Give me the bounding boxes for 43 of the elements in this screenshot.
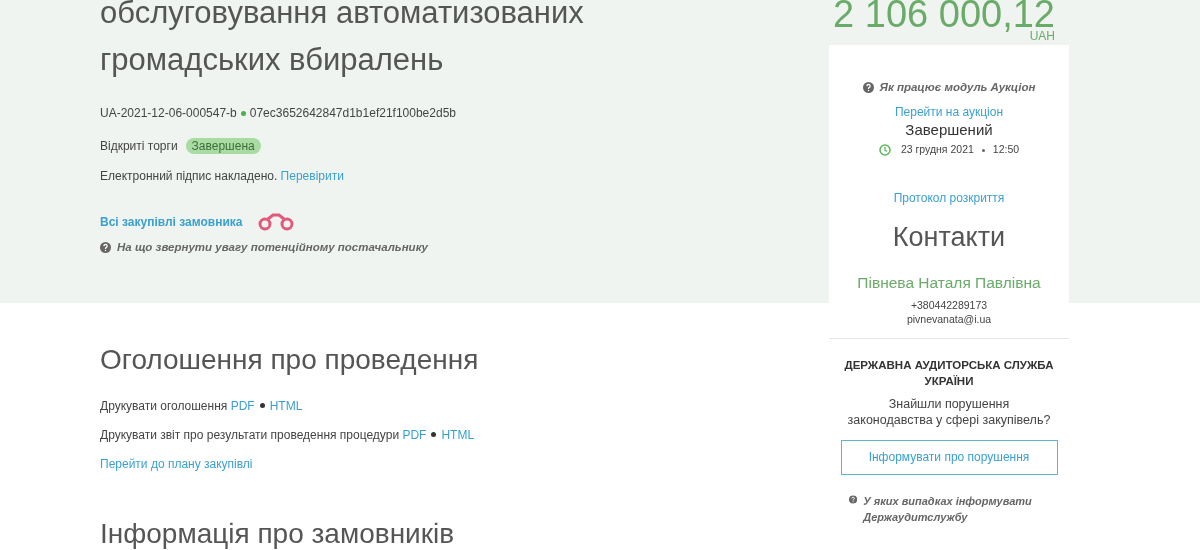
download-link[interactable]: HTML [441,428,475,443]
tender-hash: 07ec3652642847d1b1ef21f100be2d5b [249,105,456,122]
verify-link[interactable]: Перевірити [280,169,344,183]
auction-link[interactable]: Перейти на аукціон [894,103,1004,122]
auction-status: Завершений [904,121,994,140]
audit-text: Знайшли порушення законодавства у сфері закупівель? [846,395,1052,428]
auction-time: 12:50 [992,142,1020,158]
section-heading: Інформація про замовників [100,517,456,550]
signature-text: Електронний підпис накладено. Перевірити [100,169,344,183]
auction-help-text: Як працює модуль Аукціон [879,80,1036,95]
contact-phone: +380442289173 [909,297,989,312]
separator-dot-icon [981,148,985,152]
help-icon [100,242,111,254]
clock-icon [878,144,891,157]
download-link[interactable]: HTML [269,399,303,414]
audit-help-text: У яких випадках інформувати Держаудитслужбу [863,493,1033,526]
contact-name: Півнева Наталя Павлівна [856,272,1042,293]
buyer-link[interactable]: Всі закупівлі замовника [100,213,243,231]
separator-dot-icon [431,432,437,438]
auction-date: 23 грудня 2021 [900,142,974,158]
protocol-link[interactable]: Протокол розкриття [893,189,1005,207]
tender-title: обслуговування автоматизованих громадських вбиралень [100,0,585,79]
supplier-help-text: На що звернути увагу потенційному постачальнику [117,240,428,255]
tender-id: UA-2021-12-06-000547-b [100,105,237,122]
contact-email: pivnevanata@i.ua [905,311,993,326]
status-badge: Завершена [185,138,261,154]
print-label: Друкувати оголошення [100,399,228,414]
download-link[interactable]: PDF [230,399,255,414]
print-label: Друкувати звіт про результати проведення процедури [100,428,400,443]
plan-link[interactable]: Перейти до плану закупівлі [100,457,253,472]
contacts-heading: Контакти [891,221,1007,254]
amount: 2 106 000,12 [832,0,1056,30]
help-icon [862,82,874,94]
report-button[interactable]: Інформувати про порушення [840,439,1058,475]
separator-dot-icon [259,403,265,409]
help-icon [849,493,858,505]
currency: UAH [1029,30,1056,42]
separator-dot-icon [240,110,246,116]
audit-heading: ДЕРЖАВНА АУДИТОРСЬКА СЛУЖБА УКРАЇНИ [843,357,1055,389]
section-heading: Оголошення про проведення [100,343,480,378]
binoculars-icon[interactable] [257,213,296,231]
procedure-type: Відкриті торги [100,139,178,153]
download-link[interactable]: PDF [402,428,427,443]
